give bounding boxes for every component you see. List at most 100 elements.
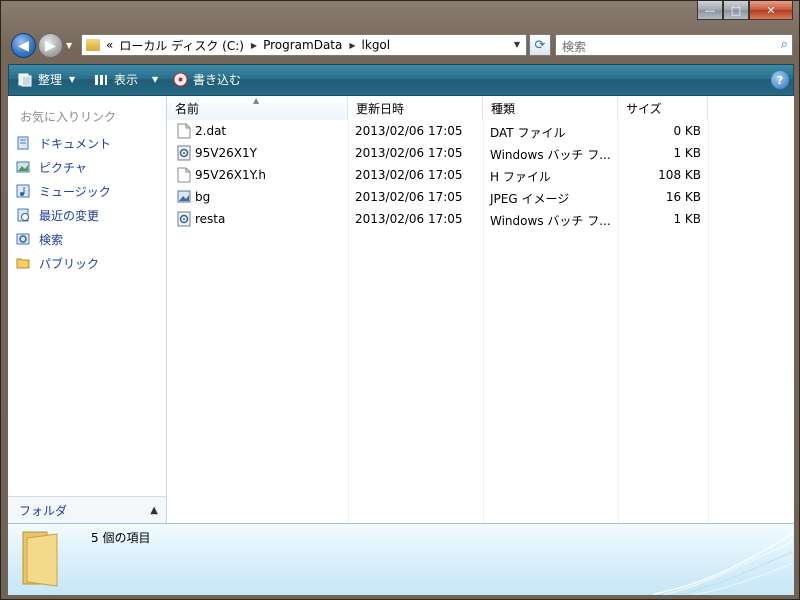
burn-label: 書き込む — [193, 73, 242, 87]
chevron-down-icon: ▼ — [152, 75, 159, 84]
file-row[interactable]: 95V26X1Y.h 2013/02/06 17:05 H ファイル 108 K… — [167, 165, 707, 187]
file-row[interactable]: 95V26X1Y 2013/02/06 17:05 Windows バッチ フ.… — [167, 143, 707, 165]
file-name: 95V26X1Y — [195, 146, 257, 160]
sidebar-item-label: ピクチャ — [39, 160, 87, 175]
organize-button[interactable]: 整理 ▼ — [17, 71, 75, 88]
batch-file-icon — [177, 211, 191, 227]
refresh-button[interactable]: ⟳ — [529, 34, 551, 56]
breadcrumb-overflow[interactable]: « — [106, 38, 113, 52]
back-button[interactable]: ◀ — [11, 33, 36, 58]
minimize-button[interactable]: — — [697, 1, 723, 20]
column-divider — [708, 120, 709, 523]
recent-pages-dropdown[interactable]: ▼ — [66, 41, 72, 50]
chevron-down-icon: ▼ — [69, 75, 76, 84]
back-arrow-icon: ◀ — [18, 37, 29, 54]
navigation-pane: お気に入りリンク ドキュメント ピクチャ ミュージック 最近の変更 検索 パブリ… — [8, 96, 167, 523]
details-pane: 5 個の項目 — [8, 523, 794, 595]
column-header-size[interactable]: サイズ — [618, 96, 708, 120]
forward-arrow-icon: ▶ — [45, 37, 56, 54]
folders-toggle[interactable]: フォルダ ▲ — [8, 496, 166, 523]
file-type: H ファイル — [490, 170, 551, 184]
organize-label: 整理 — [38, 73, 63, 87]
file-type: JPEG イメージ — [490, 192, 570, 206]
close-button[interactable]: ✕ — [749, 1, 793, 20]
column-header-name[interactable]: 名前 ▲ — [167, 96, 348, 120]
sidebar-item-label: 最近の変更 — [39, 208, 100, 223]
file-size: 1 KB — [673, 146, 701, 160]
pictures-icon — [16, 161, 30, 173]
file-name: resta — [195, 212, 226, 226]
file-size: 1 KB — [673, 212, 701, 226]
file-name: 2.dat — [195, 124, 227, 138]
window-controls: — □ ✕ — [697, 1, 793, 20]
help-button[interactable]: ? — [771, 71, 789, 89]
column-header-label: 種類 — [491, 101, 516, 116]
sidebar-item-label: ミュージック — [39, 184, 111, 199]
sidebar-item-search[interactable]: 検索 — [16, 229, 63, 249]
title-bar: — □ ✕ — [1, 1, 799, 31]
column-header-modified[interactable]: 更新日時 — [348, 96, 483, 120]
breadcrumb-local-disk[interactable]: ローカル ディスク (C:) — [119, 37, 244, 54]
column-header-label: 名前 — [175, 101, 200, 116]
file-row[interactable]: bg 2013/02/06 17:05 JPEG イメージ 16 KB — [167, 187, 707, 209]
file-modified: 2013/02/06 17:05 — [355, 168, 463, 182]
sidebar-item-recent-changes[interactable]: 最近の変更 — [16, 205, 99, 225]
file-modified: 2013/02/06 17:05 — [355, 190, 463, 204]
column-header-label: サイズ — [626, 101, 662, 116]
decorative-swoosh — [654, 533, 793, 595]
folder-icon — [86, 39, 100, 51]
file-name: bg — [195, 190, 211, 204]
file-icon — [177, 167, 191, 183]
public-folder-icon — [16, 258, 30, 269]
column-header-label: 更新日時 — [356, 101, 405, 116]
search-input[interactable]: 検索 ⌕ — [555, 34, 793, 56]
file-row[interactable]: 2.dat 2013/02/06 17:05 DAT ファイル 0 KB — [167, 121, 707, 143]
sort-ascending-icon: ▲ — [253, 96, 260, 105]
address-bar[interactable]: « ローカル ディスク (C:) ▶ ProgramData ▶ lkgol ▼ — [81, 34, 527, 56]
favorite-links-header: お気に入りリンク — [20, 110, 117, 124]
search-icon[interactable]: ⌕ — [781, 37, 788, 52]
file-size: 16 KB — [665, 190, 701, 204]
documents-icon — [17, 136, 29, 150]
file-list: 名前 ▲ 更新日時 種類 サイズ 2.dat 2013/02/06 17:05 … — [167, 96, 794, 523]
organize-icon — [17, 72, 33, 88]
breadcrumb-lkgol[interactable]: lkgol — [362, 38, 391, 52]
sidebar-item-documents[interactable]: ドキュメント — [16, 133, 111, 153]
burn-disc-icon — [172, 72, 188, 88]
file-name: 95V26X1Y.h — [195, 168, 266, 182]
column-header-type[interactable]: 種類 — [483, 96, 618, 120]
file-icon — [177, 123, 191, 139]
sidebar-item-pictures[interactable]: ピクチャ — [16, 157, 87, 177]
address-row: ◀ ▶ ▼ « ローカル ディスク (C:) ▶ ProgramData ▶ l… — [7, 32, 793, 60]
sidebar-item-label: 検索 — [39, 232, 64, 247]
file-size: 108 KB — [658, 168, 701, 182]
command-toolbar: 整理 ▼ 表示 ▼ 書き込む ? — [8, 64, 794, 96]
recent-changes-icon — [17, 208, 29, 222]
sidebar-item-label: ドキュメント — [39, 136, 112, 151]
chevron-right-icon[interactable]: ▶ — [251, 41, 257, 50]
refresh-icon: ⟳ — [534, 37, 546, 53]
file-type: Windows バッチ フ... — [490, 214, 611, 228]
burn-button[interactable]: 書き込む — [172, 71, 241, 88]
item-count: 5 個の項目 — [91, 531, 151, 545]
sidebar-item-public[interactable]: パブリック — [16, 253, 99, 273]
image-file-icon — [177, 190, 191, 203]
maximize-button[interactable]: □ — [723, 1, 749, 20]
file-modified: 2013/02/06 17:05 — [355, 212, 463, 226]
file-modified: 2013/02/06 17:05 — [355, 146, 463, 160]
chevron-right-icon[interactable]: ▶ — [349, 41, 355, 50]
file-row[interactable]: resta 2013/02/06 17:05 Windows バッチ フ... … — [167, 209, 707, 231]
file-type: DAT ファイル — [490, 126, 566, 140]
breadcrumb-programdata[interactable]: ProgramData — [263, 38, 342, 52]
file-modified: 2013/02/06 17:05 — [355, 124, 463, 138]
folders-label: フォルダ — [19, 503, 68, 518]
chevron-up-icon[interactable]: ▲ — [150, 505, 158, 516]
address-dropdown-icon[interactable]: ▼ — [514, 40, 520, 49]
forward-button[interactable]: ▶ — [38, 33, 63, 58]
views-label: 表示 — [114, 73, 139, 87]
sidebar-item-music[interactable]: ミュージック — [16, 181, 111, 201]
views-button[interactable]: 表示 ▼ — [93, 71, 158, 88]
explorer-window: — □ ✕ ◀ ▶ ▼ « ローカル ディスク (C:) ▶ ProgramDa… — [0, 0, 800, 600]
search-placeholder: 検索 — [562, 40, 587, 54]
file-type: Windows バッチ フ... — [490, 148, 611, 162]
